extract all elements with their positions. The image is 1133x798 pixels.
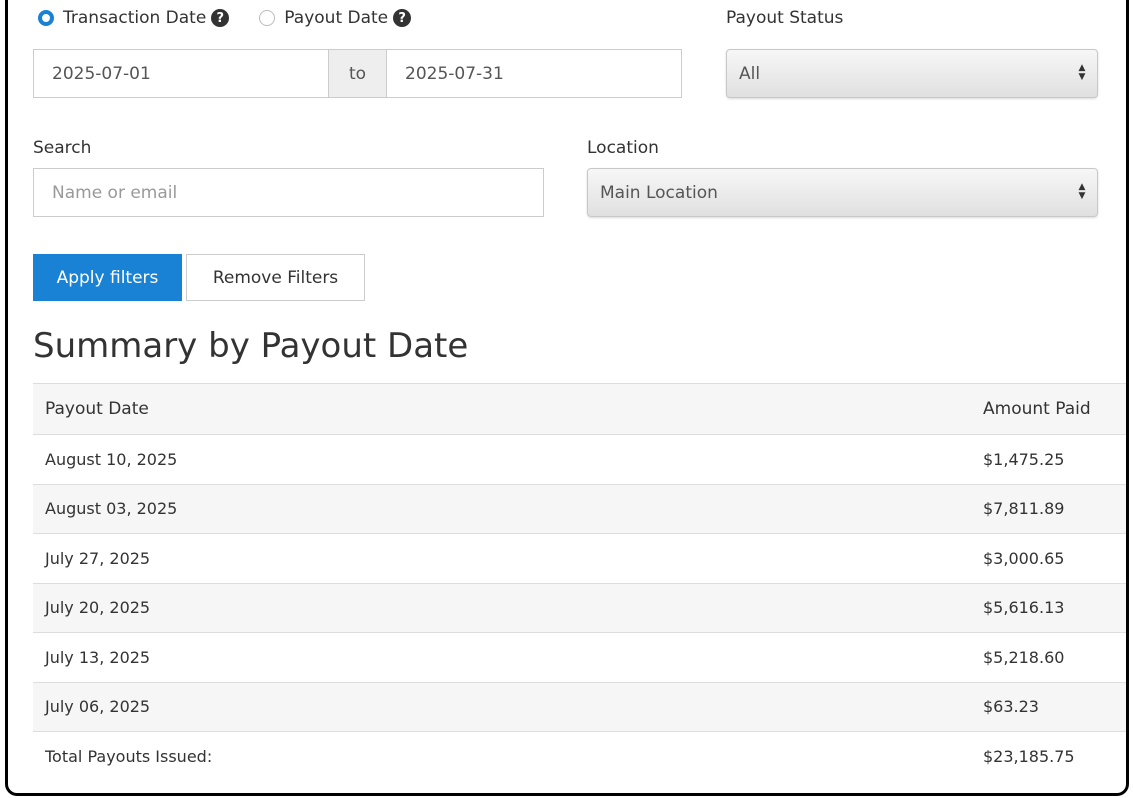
row-date: July 27, 2025	[45, 548, 151, 568]
table-row: July 20, 2025 $5,616.13	[33, 582, 1126, 632]
date-range-separator: to	[328, 49, 387, 98]
radio-option-transaction-date[interactable]: Transaction Date ?	[38, 8, 230, 28]
row-date: July 06, 2025	[45, 697, 151, 717]
select-arrows-icon: ▲ ▼	[1078, 63, 1086, 82]
table-row: August 10, 2025 $1,475.25	[33, 434, 1126, 484]
row-date: July 20, 2025	[45, 598, 151, 618]
row-amount: $5,218.60	[983, 647, 1065, 667]
help-icon[interactable]: ?	[211, 9, 230, 27]
date-type-radio-group: Transaction Date ? Payout Date ?	[38, 8, 441, 28]
select-arrows-icon: ▲ ▼	[1078, 182, 1086, 201]
search-input[interactable]: Name or email	[33, 168, 544, 217]
table-header-row: Payout Date Amount Paid	[33, 383, 1126, 434]
end-date-input[interactable]: 2025-07-31	[386, 49, 682, 98]
table-row: August 03, 2025 $7,811.89	[33, 483, 1126, 533]
table-row: July 13, 2025 $5,218.60	[33, 632, 1126, 682]
row-date: August 03, 2025	[45, 499, 178, 519]
location-value: Main Location	[600, 182, 718, 203]
table-total-row: Total Payouts Issued: $23,185.75	[33, 731, 1126, 781]
radio-option-payout-date[interactable]: Payout Date ?	[259, 8, 412, 28]
column-header-amount-paid: Amount Paid	[983, 399, 1091, 419]
row-amount: $7,811.89	[983, 499, 1065, 519]
payout-status-label: Payout Status	[726, 8, 844, 28]
payout-status-select[interactable]: All ▲ ▼	[726, 49, 1098, 98]
location-select[interactable]: Main Location ▲ ▼	[587, 168, 1098, 217]
table-row: July 06, 2025 $63.23	[33, 681, 1126, 731]
row-date: August 10, 2025	[45, 449, 178, 469]
total-amount: $23,185.75	[983, 746, 1075, 766]
summary-table: Payout Date Amount Paid August 10, 2025 …	[33, 383, 1126, 781]
radio-transaction-date[interactable]	[38, 10, 54, 26]
location-label: Location	[587, 138, 659, 158]
row-amount: $5,616.13	[983, 598, 1065, 618]
summary-title: Summary by Payout Date	[33, 326, 469, 366]
remove-filters-button[interactable]: Remove Filters	[186, 254, 365, 301]
search-label: Search	[33, 138, 92, 158]
radio-label-transaction-date: Transaction Date	[63, 8, 207, 28]
row-date: July 13, 2025	[45, 647, 151, 667]
row-amount: $3,000.65	[983, 548, 1065, 568]
help-icon[interactable]: ?	[393, 9, 412, 27]
total-label: Total Payouts Issued:	[45, 746, 213, 766]
column-header-payout-date: Payout Date	[45, 399, 149, 419]
start-date-input[interactable]: 2025-07-01	[33, 49, 329, 98]
row-amount: $63.23	[983, 697, 1039, 717]
payout-status-value: All	[739, 63, 761, 84]
table-row: July 27, 2025 $3,000.65	[33, 533, 1126, 583]
apply-filters-button[interactable]: Apply filters	[33, 254, 182, 301]
radio-payout-date[interactable]	[259, 10, 276, 26]
page-frame: Transaction Date ? Payout Date ? Payout …	[5, 0, 1129, 796]
radio-label-payout-date: Payout Date	[284, 8, 389, 28]
row-amount: $1,475.25	[983, 449, 1065, 469]
